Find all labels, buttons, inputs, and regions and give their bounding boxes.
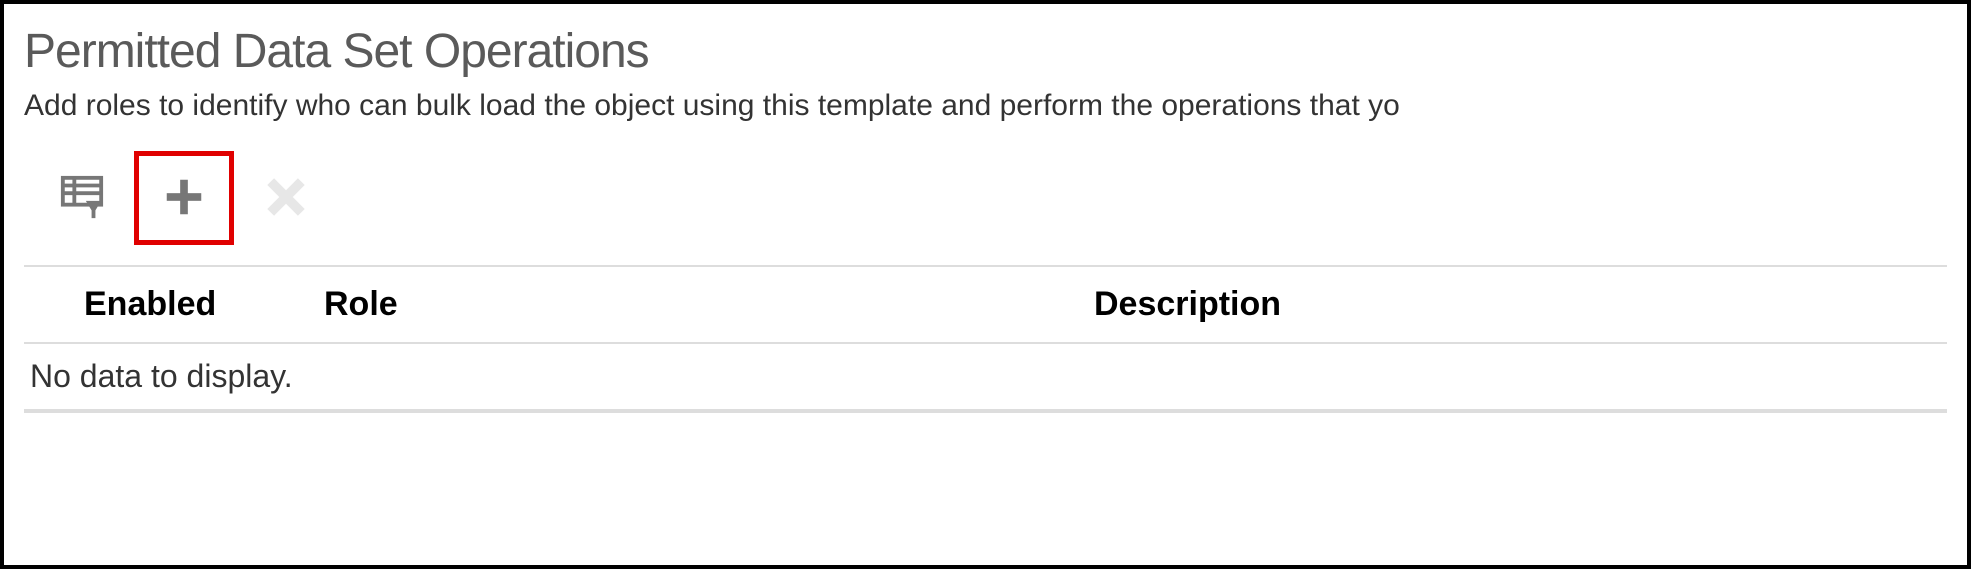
column-header-enabled[interactable]: Enabled	[84, 285, 324, 324]
filter-table-icon	[59, 174, 105, 223]
table-body: No data to display.	[24, 344, 1947, 411]
add-button[interactable]	[134, 151, 234, 245]
column-header-description[interactable]: Description	[1094, 285, 1947, 324]
table-header: Enabled Role Description	[24, 267, 1947, 344]
roles-table: Enabled Role Description No data to disp…	[24, 265, 1947, 413]
toolbar	[24, 143, 1947, 265]
column-header-role[interactable]: Role	[324, 285, 1094, 324]
plus-icon	[161, 174, 207, 223]
close-icon	[263, 174, 309, 223]
remove-button[interactable]	[258, 170, 314, 226]
section-subtext: Add roles to identify who can bulk load …	[24, 89, 1947, 123]
empty-message: No data to display.	[24, 344, 1947, 409]
permitted-operations-panel: Permitted Data Set Operations Add roles …	[0, 0, 1971, 569]
section-title: Permitted Data Set Operations	[24, 24, 1947, 79]
query-by-example-button[interactable]	[54, 170, 110, 226]
